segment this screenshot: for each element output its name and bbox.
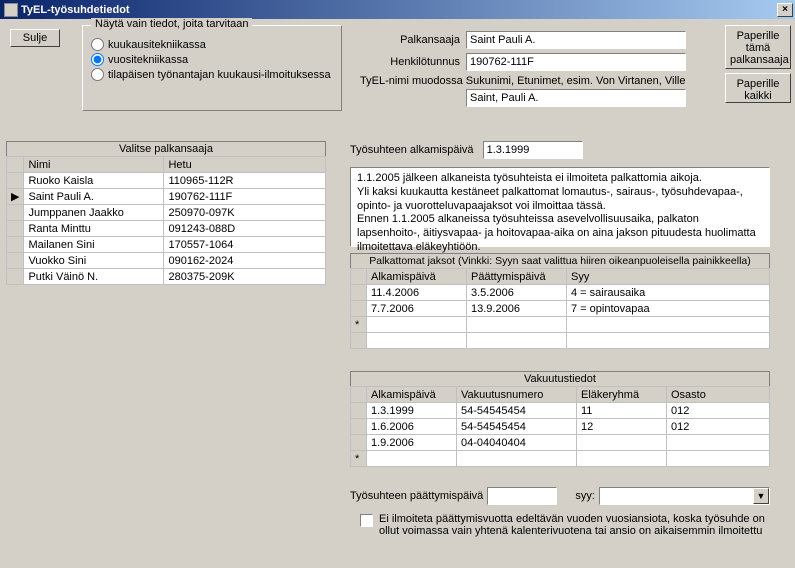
col-unpaid-start[interactable]: Alkamispäivä	[367, 269, 467, 285]
col-ins-start[interactable]: Alkamispäivä	[367, 387, 457, 403]
new-row[interactable]: *	[351, 317, 770, 333]
label-end-date: Työsuhteen päättymispäivä	[350, 490, 483, 502]
table-row[interactable]: 1.6.200654-5454545412012	[351, 419, 770, 435]
col-ins-dept[interactable]: Osasto	[667, 387, 770, 403]
app-icon	[4, 3, 18, 17]
dropdown-end-reason[interactable]: ▼	[599, 487, 770, 505]
col-nimi[interactable]: Nimi	[24, 157, 164, 173]
label-end-reason: syy:	[575, 490, 595, 502]
input-end-date[interactable]	[487, 487, 557, 505]
radio-temp[interactable]	[91, 68, 104, 81]
window-close-button[interactable]: ×	[777, 3, 793, 17]
print-all-button[interactable]: Paperille kaikki	[725, 73, 791, 103]
employee-table[interactable]: Nimi Hetu Ruoko Kaisla110965-112R▶Saint …	[6, 156, 326, 285]
table-row[interactable]: Vuokko Sini090162-2024	[7, 253, 326, 269]
window-titlebar: TyEL-työsuhdetiedot ×	[0, 0, 795, 19]
col-unpaid-reason[interactable]: Syy	[567, 269, 770, 285]
radio-month[interactable]	[91, 38, 104, 51]
label-start-date: Työsuhteen alkamispäivä	[350, 144, 474, 156]
info-box: 1.1.2005 jälkeen alkaneista työsuhteista…	[350, 167, 770, 247]
col-ins-num[interactable]: Vakuutusnumero	[457, 387, 577, 403]
unpaid-title: Palkattomat jaksot (Vinkki: Syyn saat va…	[350, 253, 770, 268]
insurance-title: Vakuutustiedot	[350, 371, 770, 386]
col-ins-group[interactable]: Eläkeryhmä	[577, 387, 667, 403]
label-hetu: Henkilötunnus	[360, 56, 460, 68]
label-tyel-name: TyEL-nimi muodossa Sukunimi, Etunimet, e…	[360, 75, 685, 87]
table-row[interactable]: 11.4.20063.5.20064 = sairausaika	[351, 285, 770, 301]
filter-opt-year[interactable]: vuositekniikassa	[91, 53, 333, 66]
input-hetu[interactable]	[466, 53, 686, 71]
radio-year[interactable]	[91, 53, 104, 66]
input-palkansaaja[interactable]	[466, 31, 686, 49]
filter-opt-temp[interactable]: tilapäisen työnantajan kuukausi-ilmoituk…	[91, 68, 333, 81]
table-row[interactable]: 1.3.199954-5454545411012	[351, 403, 770, 419]
table-row[interactable]: Mailanen Sini170557-1064	[7, 237, 326, 253]
table-row[interactable]: Ranta Minttu091243-088D	[7, 221, 326, 237]
col-hetu[interactable]: Hetu	[164, 157, 326, 173]
table-row[interactable]: ▶Saint Pauli A.190762-111F	[7, 189, 326, 205]
input-start-date[interactable]	[483, 141, 583, 159]
window-title: TyEL-työsuhdetiedot	[21, 4, 130, 16]
chevron-down-icon[interactable]: ▼	[753, 488, 769, 504]
label-palkansaaja: Palkansaaja	[360, 34, 460, 46]
filter-legend: Näytä vain tiedot, joita tarvitaan	[91, 18, 252, 30]
checkbox-no-annual-income[interactable]	[360, 514, 373, 527]
checkbox-label: Ei ilmoiteta päättymisvuotta edeltävän v…	[379, 513, 770, 537]
employee-list-title: Valitse palkansaaja	[6, 141, 326, 156]
table-row[interactable]: Putki Väinö N.280375-209K	[7, 269, 326, 285]
filter-opt-month[interactable]: kuukausitekniikassa	[91, 38, 333, 51]
table-row[interactable]: 1.9.200604-04040404	[351, 435, 770, 451]
col-unpaid-end[interactable]: Päättymispäivä	[467, 269, 567, 285]
table-row[interactable]: Ruoko Kaisla110965-112R	[7, 173, 326, 189]
unpaid-table[interactable]: Alkamispäivä Päättymispäivä Syy 11.4.200…	[350, 268, 770, 349]
close-button[interactable]: Sulje	[10, 29, 60, 47]
print-current-button[interactable]: Paperille tämä palkansaaja	[725, 25, 791, 69]
table-row[interactable]: 7.7.200613.9.20067 = opintovapaa	[351, 301, 770, 317]
table-row[interactable]: Jumppanen Jaakko250970-097K	[7, 205, 326, 221]
input-tyel-name[interactable]	[466, 89, 686, 107]
new-row[interactable]: *	[351, 451, 770, 467]
insurance-table[interactable]: Alkamispäivä Vakuutusnumero Eläkeryhmä O…	[350, 386, 770, 467]
